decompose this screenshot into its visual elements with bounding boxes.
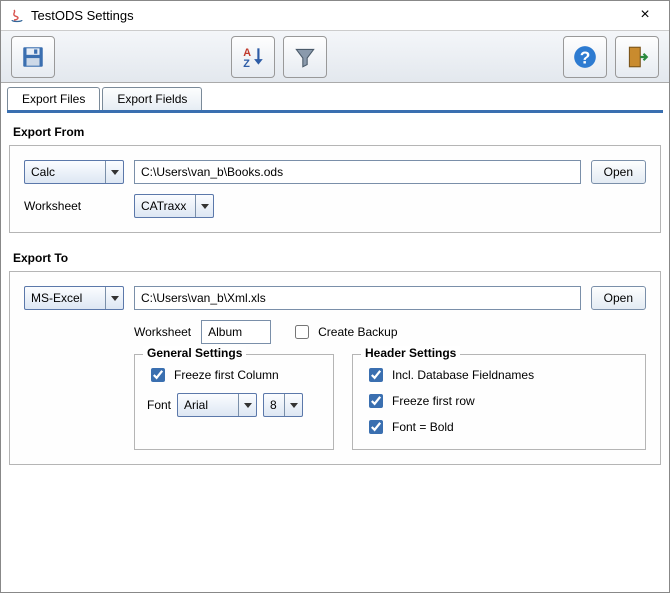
tab-export-fields[interactable]: Export Fields: [102, 87, 202, 110]
font-size-value: 8: [270, 398, 277, 412]
filter-button[interactable]: [283, 36, 327, 78]
source-type-combo[interactable]: Calc: [24, 160, 124, 184]
tab-underline: [7, 110, 663, 113]
funnel-icon: [292, 44, 318, 70]
target-open-button[interactable]: Open: [591, 286, 646, 310]
close-button[interactable]: ×: [629, 4, 661, 28]
header-settings-legend: Header Settings: [361, 346, 460, 360]
tabs: Export Files Export Fields: [1, 83, 669, 110]
incl-db-fieldnames-check[interactable]: Incl. Database Fieldnames: [365, 365, 633, 385]
target-worksheet-label: Worksheet: [134, 325, 191, 339]
java-icon: [9, 8, 25, 24]
titlebar: TestODS Settings ×: [1, 1, 669, 31]
source-type-value: Calc: [31, 165, 55, 179]
svg-text:Z: Z: [243, 57, 250, 69]
target-path-input[interactable]: [134, 286, 581, 310]
create-backup-checkbox[interactable]: [295, 325, 309, 339]
font-size-combo[interactable]: 8: [263, 393, 303, 417]
target-worksheet-input[interactable]: [201, 320, 271, 344]
font-label: Font: [147, 398, 171, 412]
create-backup-check[interactable]: Create Backup: [291, 322, 397, 342]
incl-db-fieldnames-label: Incl. Database Fieldnames: [392, 368, 534, 382]
help-button[interactable]: ?: [563, 36, 607, 78]
general-settings-group: General Settings Freeze first Column Fon…: [134, 354, 334, 450]
freeze-first-column-checkbox[interactable]: [151, 368, 165, 382]
chevron-down-icon: [238, 394, 256, 416]
export-to-title: Export To: [13, 251, 661, 265]
header-settings-group: Header Settings Incl. Database Fieldname…: [352, 354, 646, 450]
source-open-button[interactable]: Open: [591, 160, 646, 184]
chevron-down-icon: [284, 394, 302, 416]
source-worksheet-combo[interactable]: CATraxx: [134, 194, 214, 218]
window-title: TestODS Settings: [31, 8, 629, 23]
chevron-down-icon: [195, 195, 213, 217]
chevron-down-icon: [105, 287, 123, 309]
tab-export-files[interactable]: Export Files: [7, 87, 100, 110]
freeze-first-row-label: Freeze first row: [392, 394, 475, 408]
export-from-title: Export From: [13, 125, 661, 139]
export-to-panel: MS-Excel Open Worksheet Create Backup Ge…: [9, 271, 661, 465]
sort-az-icon: A Z: [240, 44, 266, 70]
target-type-combo[interactable]: MS-Excel: [24, 286, 124, 310]
font-value: Arial: [184, 398, 208, 412]
target-type-value: MS-Excel: [31, 291, 82, 305]
source-worksheet-label: Worksheet: [24, 199, 124, 213]
sort-button[interactable]: A Z: [231, 36, 275, 78]
settings-window: TestODS Settings × A Z: [0, 0, 670, 593]
svg-text:?: ?: [580, 47, 591, 67]
create-backup-label: Create Backup: [318, 325, 397, 339]
tab-content: Export From Calc Open Worksheet CATraxx …: [1, 113, 669, 592]
chevron-down-icon: [105, 161, 123, 183]
floppy-icon: [20, 44, 46, 70]
export-from-panel: Calc Open Worksheet CATraxx: [9, 145, 661, 233]
incl-db-fieldnames-checkbox[interactable]: [369, 368, 383, 382]
freeze-first-column-label: Freeze first Column: [174, 368, 279, 382]
door-exit-icon: [624, 44, 650, 70]
font-bold-check[interactable]: Font = Bold: [365, 417, 633, 437]
freeze-first-row-checkbox[interactable]: [369, 394, 383, 408]
help-icon: ?: [572, 44, 598, 70]
general-settings-legend: General Settings: [143, 346, 246, 360]
font-bold-checkbox[interactable]: [369, 420, 383, 434]
source-path-input[interactable]: [134, 160, 581, 184]
source-worksheet-value: CATraxx: [141, 199, 186, 213]
exit-button[interactable]: [615, 36, 659, 78]
font-bold-label: Font = Bold: [392, 420, 454, 434]
font-combo[interactable]: Arial: [177, 393, 257, 417]
freeze-first-row-check[interactable]: Freeze first row: [365, 391, 633, 411]
save-button[interactable]: [11, 36, 55, 78]
freeze-first-column-check[interactable]: Freeze first Column: [147, 365, 321, 385]
toolbar: A Z ?: [1, 31, 669, 83]
